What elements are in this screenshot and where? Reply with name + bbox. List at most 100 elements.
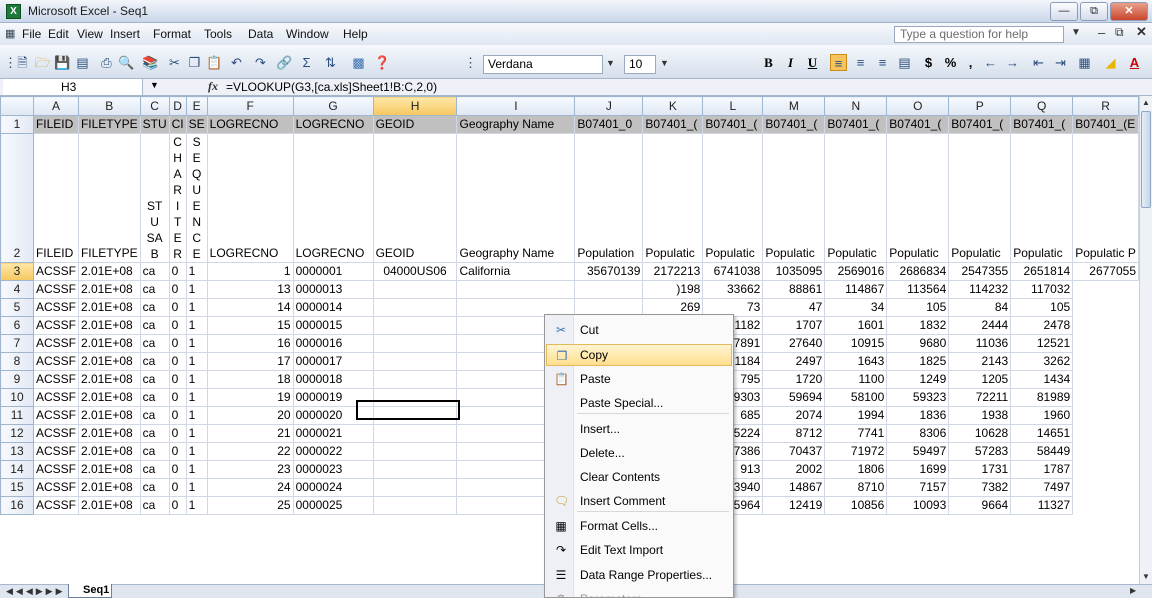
data-cell[interactable]: 12419	[762, 496, 826, 515]
column-header-d[interactable]: D	[168, 96, 187, 116]
data-cell[interactable]: 1	[185, 406, 208, 425]
data-cell[interactable]: ca	[139, 262, 170, 281]
font-size-chevron-icon[interactable]: ▼	[660, 58, 669, 68]
data-cell[interactable]: 18	[206, 370, 294, 389]
header-cell[interactable]: FILETYPE	[77, 115, 141, 134]
data-cell[interactable]: 0000024	[292, 478, 374, 497]
data-cell[interactable]: 2.01E+08	[77, 442, 141, 461]
data-cell[interactable]: 1	[206, 262, 294, 281]
data-cell[interactable]: ACSSF	[32, 424, 79, 443]
data-cell[interactable]: 7741	[824, 424, 888, 443]
help-search-input[interactable]: Type a question for help	[894, 26, 1064, 43]
header-cell[interactable]: Populatic	[824, 133, 888, 263]
data-cell[interactable]: ACSSF	[32, 370, 79, 389]
data-cell[interactable]: 0	[168, 280, 187, 299]
data-cell[interactable]: 8712	[762, 424, 826, 443]
header-cell[interactable]: CI	[168, 115, 187, 134]
data-cell[interactable]: 35670139	[574, 262, 644, 281]
data-cell[interactable]: 1	[185, 334, 208, 353]
data-cell[interactable]: 11036	[948, 334, 1012, 353]
data-cell[interactable]: 1	[185, 262, 208, 281]
vertical-scrollbar[interactable]: ▲ ▼	[1139, 96, 1152, 584]
redo-icon[interactable]: ↷	[252, 54, 269, 71]
cut-icon[interactable]: ✂	[166, 54, 183, 71]
header-cell[interactable]: B07401_(	[886, 115, 950, 134]
data-cell[interactable]: ca	[139, 496, 170, 515]
header-cell[interactable]: B07401_(	[948, 115, 1012, 134]
data-cell[interactable]: 0000019	[292, 388, 374, 407]
data-cell[interactable]: 59694	[762, 388, 826, 407]
data-cell[interactable]: 9680	[886, 334, 950, 353]
data-cell[interactable]: 2.01E+08	[77, 478, 141, 497]
header-cell[interactable]: GEOID	[372, 115, 458, 134]
row-header[interactable]: 11	[0, 406, 34, 425]
font-name-chevron-icon[interactable]: ▼	[606, 58, 615, 68]
vertical-header-cell[interactable]: SEQUENCE	[185, 133, 208, 263]
data-cell[interactable]	[372, 352, 458, 371]
data-cell[interactable]: 23	[206, 460, 294, 479]
row-header[interactable]: 14	[0, 460, 34, 479]
header-cell[interactable]: FILEID	[32, 133, 79, 263]
data-cell[interactable]: 114867	[824, 280, 888, 299]
data-cell[interactable]: 1699	[886, 460, 950, 479]
column-header-p[interactable]: P	[948, 96, 1012, 116]
data-cell[interactable]: 15	[206, 316, 294, 335]
column-header-r[interactable]: R	[1072, 96, 1139, 116]
data-cell[interactable]: 1707	[762, 316, 826, 335]
header-cell[interactable]: Geography Name	[456, 133, 576, 263]
data-cell[interactable]: 17	[206, 352, 294, 371]
data-cell[interactable]: 25	[206, 496, 294, 515]
data-cell[interactable]: ACSSF	[32, 478, 79, 497]
column-header-o[interactable]: O	[886, 96, 950, 116]
data-cell[interactable]: 1	[185, 370, 208, 389]
header-cell[interactable]: B07401_(	[642, 115, 704, 134]
data-cell[interactable]: ACSSF	[32, 388, 79, 407]
menu-format[interactable]: Format	[153, 27, 191, 41]
data-cell[interactable]: 10628	[948, 424, 1012, 443]
name-box[interactable]: H3	[3, 79, 143, 95]
column-header-a[interactable]: A	[32, 96, 79, 116]
data-cell[interactable]: 0	[168, 424, 187, 443]
menu-edit[interactable]: Edit	[48, 27, 69, 41]
data-cell[interactable]: 14867	[762, 478, 826, 497]
header-cell[interactable]: Populatic	[702, 133, 764, 263]
data-cell[interactable]: 2677055	[1072, 262, 1139, 281]
data-cell[interactable]: ACSSF	[32, 406, 79, 425]
data-cell[interactable]: 117032	[1010, 280, 1074, 299]
data-cell[interactable]: ACSSF	[32, 316, 79, 335]
column-header-j[interactable]: J	[574, 96, 644, 116]
data-cell[interactable]: 12521	[1010, 334, 1074, 353]
menu-help[interactable]: Help	[343, 27, 368, 41]
data-cell[interactable]: 2.01E+08	[77, 316, 141, 335]
increase-indent-icon[interactable]: ⇥	[1052, 54, 1069, 71]
data-cell[interactable]: 20	[206, 406, 294, 425]
copy-icon[interactable]: ❐	[186, 54, 203, 71]
context-menu-item-paste-special[interactable]: Paste Special...	[546, 392, 732, 414]
data-cell[interactable]: 2.01E+08	[77, 460, 141, 479]
data-cell[interactable]: 1787	[1010, 460, 1074, 479]
data-cell[interactable]	[372, 424, 458, 443]
paste-icon[interactable]: 📋	[206, 54, 223, 71]
data-cell[interactable]: 0	[168, 298, 187, 317]
decrease-decimal-icon[interactable]: →	[1004, 54, 1021, 71]
data-cell[interactable]: 1825	[886, 352, 950, 371]
data-cell[interactable]: 1205	[948, 370, 1012, 389]
data-cell[interactable]: ACSSF	[32, 352, 79, 371]
data-cell[interactable]: 3262	[1010, 352, 1074, 371]
data-cell[interactable]: 0	[168, 334, 187, 353]
data-cell[interactable]: 2172213	[642, 262, 704, 281]
data-cell[interactable]: 105	[1010, 298, 1074, 317]
data-cell[interactable]: 27640	[762, 334, 826, 353]
scroll-down-icon[interactable]: ▼	[1140, 570, 1152, 584]
data-cell[interactable]: 11327	[1010, 496, 1074, 515]
data-cell[interactable]: 2651814	[1010, 262, 1074, 281]
italic-button[interactable]: I	[782, 54, 799, 71]
open-icon[interactable]: 🗁	[34, 54, 51, 71]
data-cell[interactable]: 2569016	[824, 262, 888, 281]
menu-data[interactable]: Data	[248, 27, 273, 41]
data-cell[interactable]: 71972	[824, 442, 888, 461]
data-cell[interactable]: 10915	[824, 334, 888, 353]
data-cell[interactable]	[372, 370, 458, 389]
header-cell[interactable]: Populatic	[1010, 133, 1074, 263]
data-cell[interactable]: 21	[206, 424, 294, 443]
